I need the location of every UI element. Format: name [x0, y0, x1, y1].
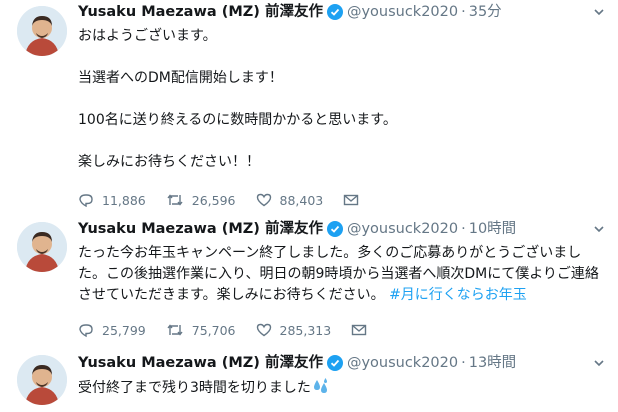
- reply-button[interactable]: 25,799: [78, 322, 146, 338]
- tweet-header: Yusaku Maezawa (MZ) 前澤友作 @yousuck2020 · …: [78, 1, 608, 23]
- tweet[interactable]: Yusaku Maezawa (MZ) 前澤友作 @yousuck2020 · …: [0, 0, 618, 208]
- retweet-icon: [167, 194, 183, 206]
- chevron-down-icon[interactable]: [592, 355, 606, 369]
- avatar[interactable]: [17, 222, 67, 272]
- tweet-header: Yusaku Maezawa (MZ) 前澤友作 @yousuck2020 · …: [78, 352, 608, 374]
- verified-badge-icon: [326, 221, 343, 237]
- chevron-down-icon[interactable]: [592, 4, 606, 18]
- retweet-icon: [167, 324, 183, 336]
- timestamp[interactable]: 10時間: [469, 218, 516, 240]
- envelope-icon: [352, 324, 367, 336]
- separator-dot: ·: [461, 221, 466, 237]
- tweet-text: おはようございます。 当選者へのDM配信開始します！ 100名に送り終えるのに数…: [78, 28, 397, 170]
- display-name[interactable]: Yusaku Maezawa (MZ) 前澤友作: [78, 352, 323, 374]
- reply-count: 11,886: [102, 192, 146, 208]
- like-count: 285,313: [279, 322, 332, 338]
- direct-message-button[interactable]: [343, 192, 367, 208]
- tweet-actions: 25,799 75,706 285,313: [78, 319, 608, 341]
- reply-icon: [79, 324, 93, 338]
- avatar[interactable]: [17, 355, 67, 405]
- retweet-count: 75,706: [191, 322, 236, 338]
- sweat-droplets-icon: [312, 377, 330, 402]
- heart-icon: [256, 193, 271, 207]
- heart-icon: [256, 323, 271, 337]
- display-name[interactable]: Yusaku Maezawa (MZ) 前澤友作: [78, 218, 323, 240]
- retweet-button[interactable]: 26,596: [166, 192, 236, 208]
- avatar[interactable]: [17, 6, 67, 56]
- tweet-text-content: 受付終了まで残り3時間を切りました: [78, 380, 311, 396]
- retweet-button[interactable]: 75,706: [166, 322, 236, 338]
- display-name[interactable]: Yusaku Maezawa (MZ) 前澤友作: [78, 1, 323, 23]
- reply-icon: [79, 194, 93, 208]
- user-handle[interactable]: @yousuck2020: [347, 218, 458, 240]
- user-handle[interactable]: @yousuck2020: [347, 1, 458, 23]
- tweet-text: たった今お年玉キャンペーン終了しました。多くのご応募ありがとうございました。この…: [78, 243, 608, 306]
- hashtag-link[interactable]: #月に行くならお年玉: [389, 287, 527, 303]
- envelope-icon: [344, 194, 359, 206]
- tweet-header: Yusaku Maezawa (MZ) 前澤友作 @yousuck2020 · …: [78, 218, 608, 240]
- retweet-count: 26,596: [191, 192, 236, 208]
- timestamp[interactable]: 35分: [469, 1, 502, 23]
- reply-count: 25,799: [102, 322, 146, 338]
- user-handle[interactable]: @yousuck2020: [347, 352, 458, 374]
- like-button[interactable]: 285,313: [256, 322, 332, 338]
- tweet[interactable]: Yusaku Maezawa (MZ) 前澤友作 @yousuck2020 · …: [0, 207, 618, 348]
- verified-badge-icon: [326, 355, 343, 371]
- separator-dot: ·: [461, 4, 466, 20]
- like-count: 88,403: [279, 192, 324, 208]
- separator-dot: ·: [461, 355, 466, 371]
- verified-badge-icon: [326, 4, 343, 20]
- chevron-down-icon[interactable]: [592, 221, 606, 235]
- reply-button[interactable]: 11,886: [78, 192, 146, 208]
- tweet[interactable]: Yusaku Maezawa (MZ) 前澤友作 @yousuck2020 · …: [0, 347, 618, 412]
- like-button[interactable]: 88,403: [256, 192, 324, 208]
- direct-message-button[interactable]: [351, 322, 375, 338]
- timestamp[interactable]: 13時間: [469, 352, 516, 374]
- tweet-text: 受付終了まで残り3時間を切りました: [78, 377, 608, 402]
